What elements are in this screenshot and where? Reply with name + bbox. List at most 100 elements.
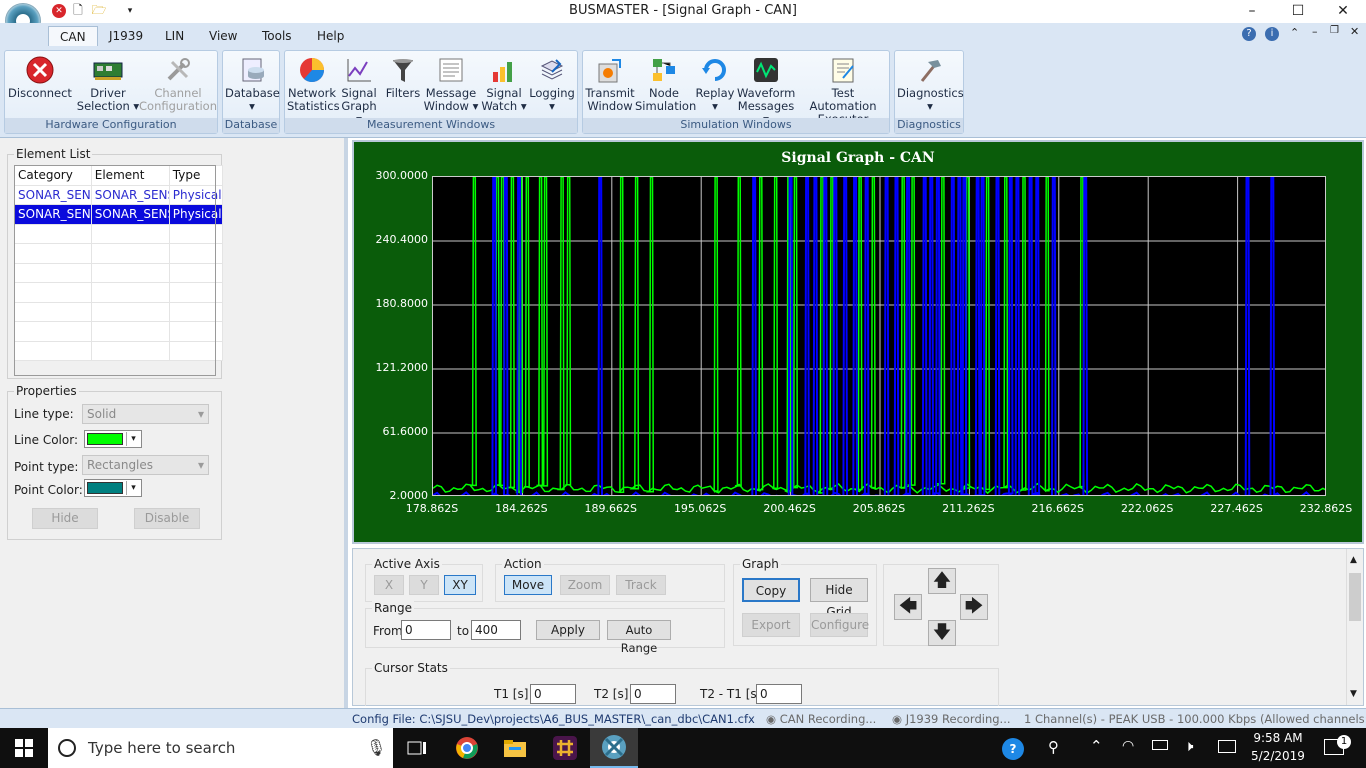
info-icon[interactable]: i (1265, 27, 1279, 41)
auto-range-button[interactable]: Auto Range (607, 620, 671, 655)
task-view-icon[interactable] (393, 728, 441, 768)
hide-grid-button[interactable]: Hide Grid (810, 578, 868, 619)
notifications-icon[interactable]: 1 (1324, 735, 1351, 755)
keyboard-icon[interactable] (1218, 740, 1236, 753)
waveform-messages-button[interactable]: WaveformMessages ▾ (737, 55, 795, 126)
arrow-down-icon[interactable]: 🡇 (928, 620, 956, 646)
t2-t1-input[interactable]: 0 (756, 684, 802, 704)
diagnostics-button[interactable]: Diagnostics ▾ (897, 55, 964, 113)
replay-button[interactable]: Replay ▾ (693, 55, 737, 113)
configure-button[interactable]: Configure (810, 613, 869, 637)
busmaster-taskbar-icon[interactable] (590, 728, 638, 768)
test-automation-executor-button[interactable]: Test AutomationExecutor (797, 55, 889, 126)
transmit-window-button[interactable]: Transmit Window (585, 55, 635, 113)
mdi-minimize-icon[interactable]: – (1312, 25, 1318, 38)
help-icon[interactable]: ? (1242, 27, 1256, 41)
signal-plot[interactable] (433, 177, 1326, 496)
node-simulation-button[interactable]: Node Simulation (635, 55, 696, 113)
x-tick-label: 200.462S (763, 502, 816, 515)
slack-icon[interactable] (541, 728, 589, 768)
range-from-input[interactable]: 0 (401, 620, 451, 640)
t1-input[interactable]: 0 (530, 684, 576, 704)
plot-area[interactable] (432, 176, 1326, 496)
tab-help[interactable]: Help (306, 26, 355, 47)
test-icon (828, 55, 858, 85)
copy-button[interactable]: Copy (742, 578, 800, 602)
volume-icon[interactable]: 🕨 (1184, 737, 1193, 755)
axis-x-button[interactable]: X (374, 575, 404, 595)
signal-graph-button[interactable]: SignalGraph ▾ (337, 55, 381, 126)
chrome-icon[interactable] (443, 728, 491, 768)
disconnect-button[interactable]: Disconnect (7, 55, 73, 100)
tab-can[interactable]: CAN (48, 26, 98, 47)
battery-icon[interactable] (1152, 740, 1168, 750)
taskbar-search-input[interactable]: Type here to search 🎙 (48, 728, 393, 768)
database-button[interactable]: Database ▾ (225, 55, 280, 113)
t2-input[interactable]: 0 (630, 684, 676, 704)
scroll-down-icon[interactable]: ▼ (1350, 689, 1357, 699)
apply-button[interactable]: Apply (536, 620, 600, 640)
network-statistics-button[interactable]: Network Statistics (287, 55, 340, 113)
logging-button[interactable]: Logging ▾ (527, 55, 577, 113)
hide-button[interactable]: Hide (32, 508, 98, 529)
range-to-input[interactable]: 400 (471, 620, 521, 640)
statistics-icon (297, 55, 327, 85)
track-button[interactable]: Track (616, 575, 666, 595)
taskbar-date[interactable]: 5/2/2019 (1250, 749, 1306, 763)
file-explorer-icon[interactable] (491, 728, 539, 768)
table-row-selected[interactable]: SONAR_SENSONAR_SENS(Physical (14, 204, 223, 225)
arrow-up-icon[interactable]: 🡅 (928, 568, 956, 594)
zoom-button[interactable]: Zoom (560, 575, 610, 595)
graph-title: Signal Graph - CAN (781, 150, 935, 166)
vertical-scrollbar[interactable]: ▲ ▼ (1346, 549, 1363, 705)
axis-y-button[interactable]: Y (409, 575, 439, 595)
table-row[interactable]: SONAR_SENSONAR_SENS(Physical (14, 184, 223, 205)
signal-watch-button[interactable]: Signal Watch ▾ (481, 55, 527, 113)
graph-options-title: Graph (740, 557, 781, 571)
tab-j1939[interactable]: J1939 (98, 26, 154, 47)
maximize-button[interactable]: ☐ (1275, 0, 1321, 22)
line-color-label: Line Color: (14, 433, 78, 447)
move-button[interactable]: Move (504, 575, 552, 595)
group-simulation-windows: Transmit Window Node Simulation Replay ▾ Wa… (582, 50, 890, 134)
search-placeholder: Type here to search (88, 739, 236, 757)
minimize-button[interactable]: – (1229, 0, 1275, 22)
group-diagnostics: Diagnostics ▾ Diagnostics (894, 50, 964, 134)
range-title: Range (372, 601, 415, 615)
column-header-category[interactable]: Category (14, 165, 92, 186)
line-color-picker[interactable]: ▾ (84, 430, 142, 448)
tab-view[interactable]: View (198, 26, 248, 47)
scrollbar-thumb[interactable] (1349, 573, 1361, 621)
arrow-right-icon[interactable]: 🡆 (960, 594, 988, 620)
column-header-type[interactable]: Type (168, 165, 223, 186)
scroll-up-icon[interactable]: ▲ (1350, 555, 1357, 565)
search-icon (58, 739, 76, 757)
export-button[interactable]: Export (742, 613, 800, 637)
people-icon[interactable]: ⚲ (1048, 738, 1059, 756)
tab-tools[interactable]: Tools (251, 26, 303, 47)
mdi-close-icon[interactable]: ✕ (1350, 25, 1359, 38)
tab-lin[interactable]: LIN (154, 26, 195, 47)
taskbar-time[interactable]: 9:58 AM (1250, 731, 1306, 745)
driver-selection-button[interactable]: Driver Selection ▾ (75, 55, 141, 113)
wifi-icon[interactable]: ◠ (1122, 738, 1134, 754)
j1939-recording-text: J1939 Recording... (905, 712, 1011, 726)
help-tray-icon[interactable]: ? (1002, 738, 1024, 760)
start-button[interactable] (0, 728, 48, 768)
column-header-element[interactable]: Element (90, 165, 170, 186)
close-button[interactable]: ✕ (1320, 0, 1366, 22)
axis-xy-button[interactable]: XY (444, 575, 476, 595)
filters-button[interactable]: Filters (383, 55, 423, 100)
x-tick-label: 211.262S (942, 502, 995, 515)
mdi-restore-icon[interactable]: ❐ (1330, 25, 1339, 36)
disable-button[interactable]: Disable (134, 508, 200, 529)
point-color-picker[interactable]: ▾ (84, 479, 142, 497)
line-type-select[interactable]: Solid (82, 404, 209, 424)
message-window-button[interactable]: Message Window ▾ (423, 55, 479, 113)
show-hidden-icons[interactable]: ⌃ (1090, 737, 1103, 755)
microphone-icon[interactable]: 🎙 (366, 728, 386, 768)
point-type-select[interactable]: Rectangles (82, 455, 209, 475)
x-tick-label: 222.062S (1120, 502, 1174, 515)
arrow-left-icon[interactable]: 🡄 (894, 594, 922, 620)
collapse-ribbon-icon[interactable]: ⌃ (1290, 26, 1299, 39)
